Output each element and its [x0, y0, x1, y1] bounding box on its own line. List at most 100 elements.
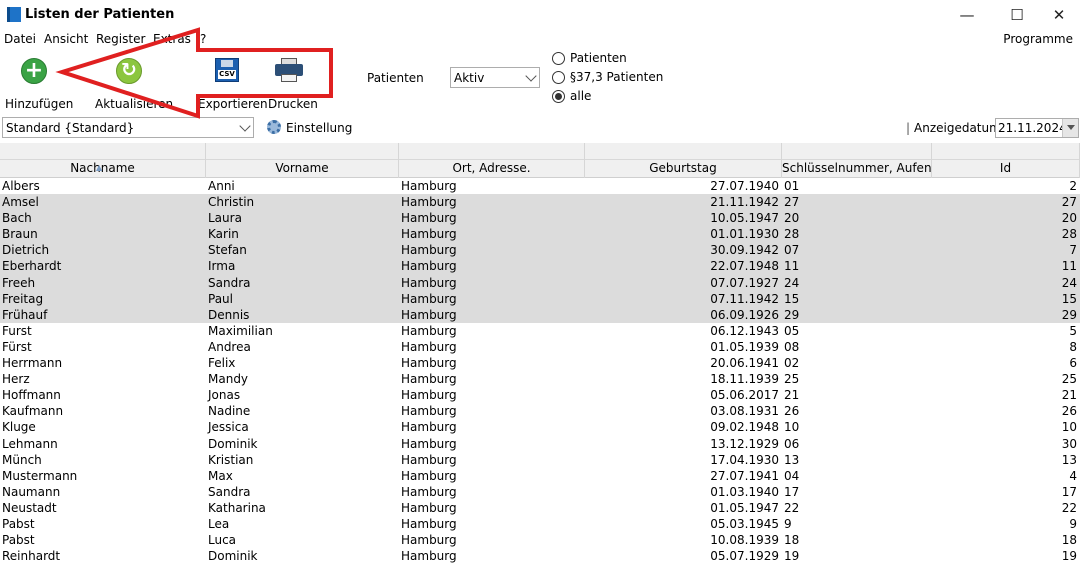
table-row[interactable]: Bach Laura Hamburg 10.05.1947 20 20	[0, 210, 1080, 227]
cell-last: Münch	[2, 452, 42, 467]
table-row[interactable]: Kluge Jessica Hamburg 09.02.1948 10 10	[0, 419, 1080, 435]
maximize-button[interactable]: ☐	[994, 2, 1040, 28]
table-row[interactable]: Lehmann Dominik Hamburg 13.12.1929 06 30	[0, 436, 1080, 452]
cell-first: Christin	[208, 195, 255, 210]
cell-last: Kluge	[2, 420, 36, 435]
cell-key: 10	[784, 420, 800, 435]
column-header-id[interactable]: Id	[932, 160, 1080, 178]
print-label: Drucken	[268, 97, 318, 111]
menu-ansicht[interactable]: Ansicht	[44, 32, 88, 46]
cell-first: Kristian	[208, 452, 254, 467]
table-row[interactable]: Frühauf Dennis Hamburg 06.09.1926 29 29	[0, 306, 1080, 323]
table-row[interactable]: Neustadt Katharina Hamburg 01.05.1947 22 22	[0, 500, 1080, 516]
cell-birth: 27.07.1940	[710, 179, 779, 193]
table-row[interactable]: Eberhardt Irma Hamburg 22.07.1948 11 11	[0, 258, 1080, 275]
date-label: Anzeigedatum	[914, 121, 1001, 135]
table-row[interactable]: Herrmann Felix Hamburg 20.06.1941 02 6	[0, 355, 1080, 371]
table-row[interactable]: Dietrich Stefan Hamburg 30.09.1942 07 7	[0, 242, 1080, 259]
table-row[interactable]: Münch Kristian Hamburg 17.04.1930 13 13	[0, 452, 1080, 468]
table-row[interactable]: Freitag Paul Hamburg 07.11.1942 15 15	[0, 290, 1080, 307]
close-button[interactable]: ✕	[1036, 2, 1080, 28]
cell-city: Hamburg	[401, 516, 457, 531]
cell-key: 17	[784, 484, 800, 499]
cell-key: 27	[784, 195, 800, 210]
cell-id: 17	[1061, 484, 1077, 499]
table-row[interactable]: Hoffmann Jonas Hamburg 05.06.2017 21 21	[0, 387, 1080, 403]
cell-last: Reinhardt	[2, 549, 61, 564]
menu-extras[interactable]: Extras	[153, 32, 191, 46]
cell-last: Freitag	[2, 291, 44, 306]
cell-birth: 07.07.1927	[710, 275, 779, 290]
table-row[interactable]: Albers Anni Hamburg 27.07.1940 01 2	[0, 178, 1080, 194]
add-label: Hinzufügen	[5, 97, 74, 111]
menu-bar: Datei Ansicht Register Extras ? Programm…	[0, 30, 1080, 50]
view-select[interactable]: Standard {Standard}	[2, 117, 254, 138]
menu-datei[interactable]: Datei	[4, 32, 36, 46]
cell-key: 25	[784, 372, 800, 387]
cell-birth: 21.11.1942	[710, 195, 779, 210]
cell-key: 02	[784, 356, 800, 371]
menu-help[interactable]: ?	[200, 32, 206, 46]
settings-link[interactable]: Einstellung	[286, 121, 352, 135]
cell-first: Max	[208, 468, 233, 483]
add-icon: +	[21, 58, 47, 84]
date-dropdown-button[interactable]	[1062, 119, 1078, 137]
cell-birth: 05.07.1929	[710, 549, 779, 564]
cell-first: Anni	[208, 179, 235, 193]
cell-birth: 01.01.1930	[710, 227, 779, 242]
cell-last: Pabst	[2, 533, 35, 548]
cell-id: 25	[1061, 372, 1077, 387]
table-row[interactable]: Amsel Christin Hamburg 21.11.1942 27 27	[0, 194, 1080, 211]
cell-first: Maximilian	[208, 323, 273, 338]
column-header-geburtstag[interactable]: Geburtstag	[585, 160, 782, 178]
table-row[interactable]: Mustermann Max Hamburg 27.07.1941 04 4	[0, 468, 1080, 484]
table-row[interactable]: Fürst Andrea Hamburg 01.05.1939 08 8	[0, 339, 1080, 355]
column-header-nachname[interactable]: ▲ Nachname	[0, 160, 206, 178]
status-select[interactable]: Aktiv	[450, 67, 540, 88]
cell-last: Frühauf	[2, 307, 48, 322]
gear-icon[interactable]	[267, 120, 281, 134]
table-row[interactable]: Reinhardt Dominik Hamburg 05.07.1929 19 19	[0, 548, 1080, 564]
table-row[interactable]: Freeh Sandra Hamburg 07.07.1927 24 24	[0, 274, 1080, 291]
cell-id: 30	[1061, 436, 1077, 451]
table-row[interactable]: Herz Mandy Hamburg 18.11.1939 25 25	[0, 371, 1080, 387]
cell-key: 21	[784, 388, 800, 403]
table-row[interactable]: Kaufmann Nadine Hamburg 03.08.1931 26 26	[0, 403, 1080, 419]
cell-id: 15	[1061, 291, 1077, 306]
cell-first: Jonas	[208, 388, 241, 403]
cell-city: Hamburg	[401, 179, 457, 193]
cell-city: Hamburg	[401, 275, 457, 290]
menu-register[interactable]: Register	[96, 32, 145, 46]
cell-first: Felix	[208, 356, 236, 371]
cell-key: 9	[784, 516, 792, 531]
table-row[interactable]: Naumann Sandra Hamburg 01.03.1940 17 17	[0, 484, 1080, 500]
cell-first: Lea	[208, 516, 230, 531]
date-picker[interactable]: 21.11.2024	[995, 118, 1079, 138]
cell-key: 06	[784, 436, 800, 451]
minimize-button[interactable]: —	[944, 2, 990, 28]
cell-last: Mustermann	[2, 468, 78, 483]
cell-last: Herz	[2, 372, 30, 387]
radio-circle	[552, 71, 565, 84]
column-header-schluesselnummer[interactable]: Schlüsselnummer, Aufen..	[782, 160, 932, 178]
cell-id: 7	[1069, 243, 1077, 258]
cell-first: Nadine	[208, 404, 251, 419]
export-label: Exportieren	[198, 97, 268, 111]
table-row[interactable]: Furst Maximilian Hamburg 06.12.1943 05 5	[0, 323, 1080, 339]
cell-birth: 10.05.1947	[710, 211, 779, 226]
menu-programme[interactable]: Programme	[1003, 32, 1073, 46]
cell-id: 28	[1061, 227, 1077, 242]
refresh-icon: ↻	[116, 58, 142, 84]
cell-key: 26	[784, 404, 800, 419]
table-row[interactable]: Pabst Luca Hamburg 10.08.1939 18 18	[0, 532, 1080, 548]
table-row[interactable]: Braun Karin Hamburg 01.01.1930 28 28	[0, 226, 1080, 243]
cell-last: Freeh	[2, 275, 36, 290]
column-header-vorname[interactable]: Vorname	[206, 160, 399, 178]
cell-id: 27	[1061, 195, 1077, 210]
cell-id: 19	[1061, 549, 1077, 564]
status-select-value: Aktiv	[454, 71, 485, 85]
table-row[interactable]: Pabst Lea Hamburg 05.03.1945 9 9	[0, 516, 1080, 532]
column-header-ort[interactable]: Ort, Adresse.	[399, 160, 585, 178]
cell-city: Hamburg	[401, 452, 457, 467]
cell-birth: 27.07.1941	[710, 468, 779, 483]
